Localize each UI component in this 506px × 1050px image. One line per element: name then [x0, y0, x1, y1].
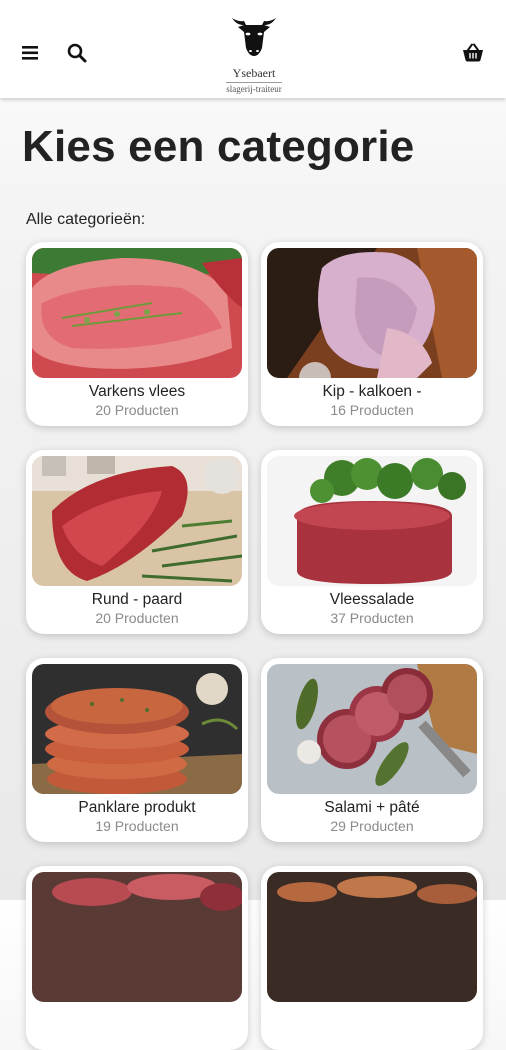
category-image-beef — [32, 456, 242, 586]
category-label: Salami + pâté — [324, 799, 420, 816]
category-image-tartare — [267, 456, 477, 586]
category-count: 20 Producten — [95, 402, 179, 418]
category-count: 19 Producten — [95, 818, 179, 834]
category-image-sausages — [267, 872, 477, 1002]
category-image-burger-patties — [32, 664, 242, 794]
category-image-pork — [32, 248, 242, 378]
category-card-rund-paard[interactable]: Rund - paard 20 Producten — [26, 450, 248, 634]
basket-icon[interactable] — [460, 40, 486, 66]
brand-logo[interactable]: Ysebaert slagerij-traiteur — [219, 10, 289, 94]
category-count: 16 Producten — [330, 402, 414, 418]
logo-name: Ysebaert — [232, 66, 276, 80]
hamburger-menu-icon[interactable] — [18, 40, 44, 66]
category-label: Vleessalade — [329, 591, 415, 608]
category-card-varkens-vlees[interactable]: Varkens vlees 20 Producten — [26, 242, 248, 426]
logo-subtitle: slagerij-traiteur — [226, 82, 282, 94]
category-label: Varkens vlees — [88, 383, 186, 400]
category-label: Kip - kalkoen - — [322, 383, 422, 400]
category-image-cured-meats — [32, 872, 242, 1002]
section-subtitle: Alle categorieën: — [26, 211, 146, 228]
app-header: Ysebaert slagerij-traiteur — [0, 0, 506, 98]
category-card-8[interactable] — [261, 866, 483, 1050]
category-count: 20 Producten — [95, 610, 179, 626]
category-card-7[interactable] — [26, 866, 248, 1050]
page-title: Kies een categorie — [22, 122, 415, 171]
category-card-kip-kalkoen[interactable]: Kip - kalkoen - 16 Producten — [261, 242, 483, 426]
bull-head-icon — [232, 18, 276, 56]
category-image-chicken — [267, 248, 477, 378]
search-icon[interactable] — [65, 40, 91, 66]
category-card-panklare-produkt[interactable]: Panklare produkt 19 Producten — [26, 658, 248, 842]
category-card-vleessalade[interactable]: Vleessalade 37 Producten — [261, 450, 483, 634]
category-image-salami — [267, 664, 477, 794]
category-card-salami-pate[interactable]: Salami + pâté 29 Producten — [261, 658, 483, 842]
category-count: 37 Producten — [330, 610, 414, 626]
category-label: Panklare produkt — [78, 799, 196, 816]
category-count: 29 Producten — [330, 818, 414, 834]
category-label: Rund - paard — [91, 591, 183, 608]
